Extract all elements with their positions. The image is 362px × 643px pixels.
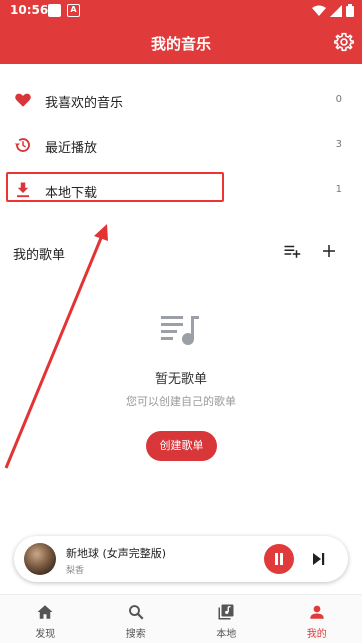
battery-icon	[346, 4, 354, 17]
album-cover[interactable]	[24, 543, 56, 575]
wifi-icon	[312, 5, 326, 16]
library-item-favorites[interactable]: 我喜欢的音乐 0	[0, 78, 362, 123]
skip-next-icon[interactable]	[312, 552, 326, 566]
library-item-recent[interactable]: 最近播放 3	[0, 123, 362, 168]
library-item-label: 最近播放	[45, 141, 98, 156]
library-item-count: 0	[335, 94, 342, 105]
now-playing-artist: 梨香	[66, 566, 85, 576]
a-badge-icon: A	[67, 4, 80, 17]
library-item-count: 3	[335, 139, 342, 150]
tab-label: 我的	[306, 629, 327, 640]
history-icon	[14, 138, 30, 152]
add-icon[interactable]	[320, 242, 338, 260]
signal-icon	[330, 4, 342, 17]
music-list-icon	[161, 316, 199, 345]
playlists-header: 我的歌单	[0, 238, 362, 266]
home-icon	[37, 605, 53, 619]
empty-state-title: 暂无歌单	[154, 372, 207, 387]
library-item-label: 我喜欢的音乐	[45, 96, 124, 111]
library-music-icon	[218, 604, 234, 620]
tab-mine[interactable]: 我的	[272, 595, 362, 643]
tab-discover[interactable]: 发现	[0, 595, 91, 643]
person-icon	[310, 605, 324, 619]
empty-state-subtitle: 您可以创建自己的歌单	[126, 395, 236, 408]
notification-icon	[48, 4, 61, 17]
now-playing-title: 新地球 (女声完整版)	[66, 547, 167, 560]
status-time: 10:56	[10, 3, 49, 17]
library-item-count: 1	[335, 184, 342, 195]
mini-player[interactable]: 新地球 (女声完整版) 梨香	[14, 536, 348, 582]
search-icon	[128, 605, 144, 620]
playlist-add-icon[interactable]	[283, 242, 301, 260]
tab-label: 搜索	[125, 629, 146, 640]
tab-label: 发现	[35, 629, 56, 640]
bottom-tab-bar: 发现 搜索 本地 我的	[0, 594, 362, 643]
heart-icon	[15, 93, 31, 107]
status-bar: 10:56 A	[0, 0, 362, 22]
pause-button[interactable]	[264, 544, 294, 574]
tab-label: 本地	[216, 629, 237, 640]
annotation-highlight-box	[6, 172, 224, 202]
section-title: 我的歌单	[13, 248, 66, 263]
create-playlist-button[interactable]: 创建歌单	[146, 431, 217, 461]
app-bar: 我的音乐	[0, 22, 362, 64]
tab-local[interactable]: 本地	[181, 595, 272, 643]
page-title: 我的音乐	[150, 35, 211, 53]
tab-search[interactable]: 搜索	[91, 595, 182, 643]
gear-icon[interactable]	[334, 32, 354, 52]
